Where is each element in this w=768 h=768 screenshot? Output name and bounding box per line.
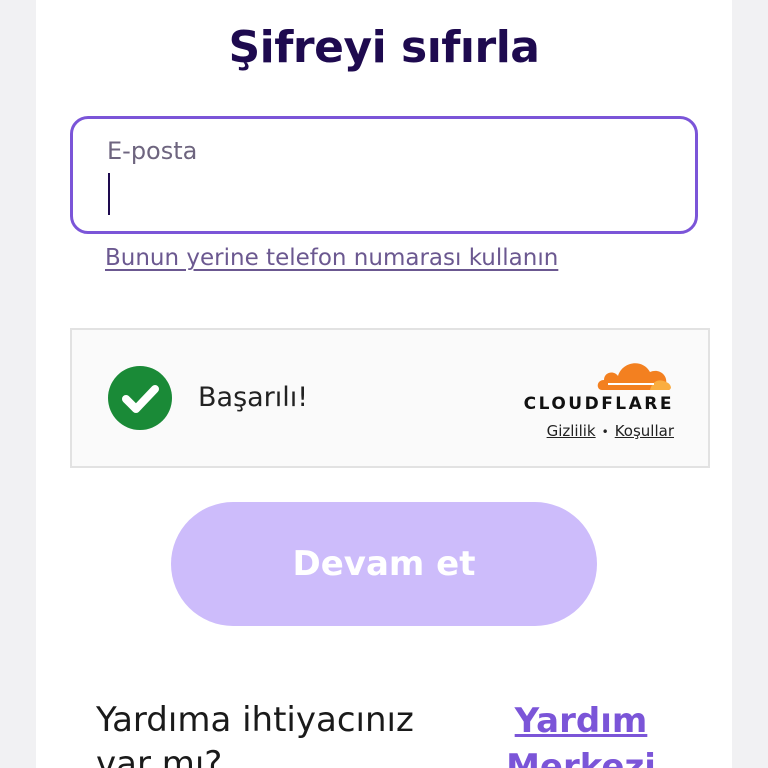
help-question: Yardıma ihtiyacınız var mı?: [96, 700, 414, 768]
cloudflare-captcha-widget: Başarılı! CLOUDFLARE Gizlilik • Koşullar: [70, 328, 710, 468]
privacy-link[interactable]: Gizlilik: [547, 422, 596, 440]
email-input[interactable]: [103, 175, 663, 219]
reset-password-card: Şifreyi sıfırla E-posta Bunun yerine tel…: [36, 0, 732, 768]
captcha-links: Gizlilik • Koşullar: [547, 422, 674, 440]
use-phone-link[interactable]: Bunun yerine telefon numarası kullanın: [105, 245, 558, 271]
cloudflare-logo: CLOUDFLARE: [514, 354, 674, 414]
email-label: E-posta: [107, 137, 198, 165]
success-check-icon: [108, 366, 172, 430]
continue-button[interactable]: Devam et: [171, 502, 597, 626]
text-caret: [108, 173, 110, 215]
captcha-status: Başarılı!: [198, 382, 309, 413]
link-separator: •: [601, 425, 609, 439]
cloudflare-wordmark: CLOUDFLARE: [523, 394, 674, 414]
page-title: Şifreyi sıfırla: [228, 22, 540, 73]
help-center-link[interactable]: Yardım Merkezi: [506, 698, 656, 768]
cloudflare-cloud-icon: [597, 363, 671, 390]
email-field-container[interactable]: E-posta: [70, 116, 698, 234]
terms-link[interactable]: Koşullar: [615, 422, 674, 440]
